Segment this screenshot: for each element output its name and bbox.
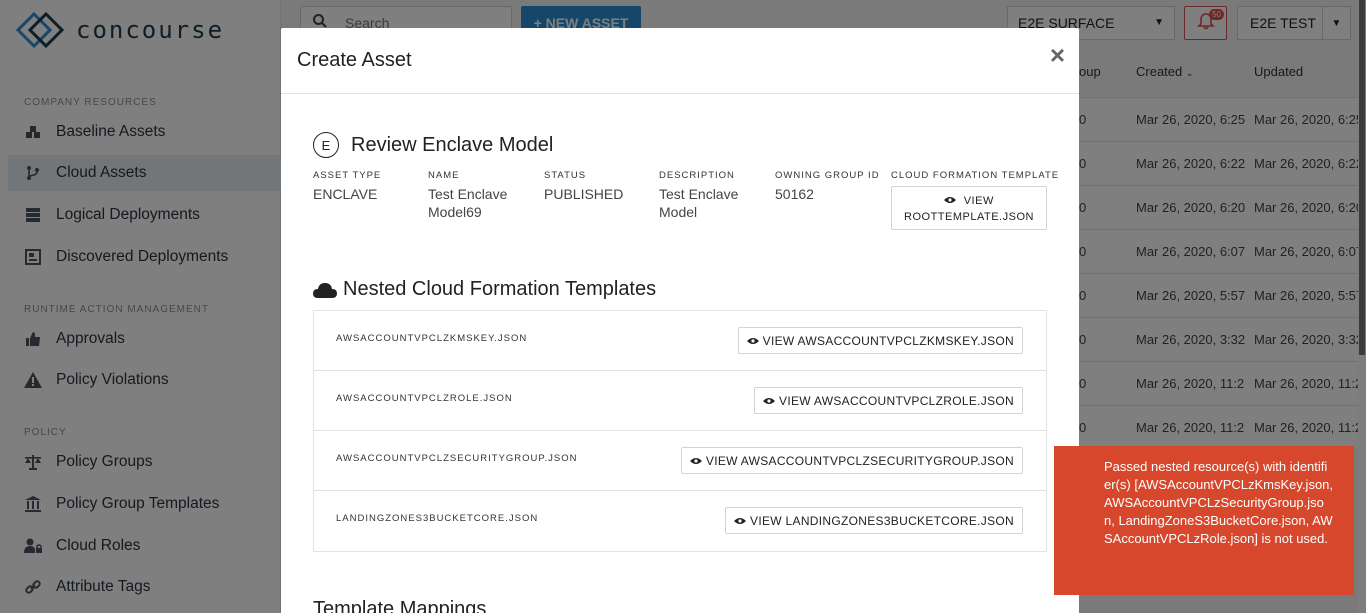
meta-value: PUBLISHED <box>544 186 624 202</box>
modal-title: Create Asset <box>297 49 412 71</box>
nested-template-row: AWSACCOUNTVPCLZSECURITYGROUP.JSON VIEW A… <box>314 431 1046 491</box>
eye-icon <box>763 397 776 404</box>
view-nested-template-button[interactable]: VIEW AWSACCOUNTVPCLZROLE.JSON <box>754 387 1023 414</box>
nested-template-row: AWSACCOUNTVPCLZKMSKEY.JSON VIEW AWSACCOU… <box>314 311 1046 371</box>
view-root-line1: VIEW <box>892 193 1046 209</box>
meta-label: OWNING GROUP ID <box>775 170 880 181</box>
view-button-label: VIEW LANDINGZONES3BUCKETCORE.JSON <box>750 513 1014 528</box>
close-icon[interactable]: × <box>1050 42 1065 68</box>
meta-asset-type: ASSET TYPE ENCLAVE <box>313 170 413 203</box>
modal-header: Create Asset <box>281 28 1079 94</box>
view-nested-template-button[interactable]: VIEW LANDINGZONES3BUCKETCORE.JSON <box>725 507 1023 534</box>
review-section-title: E Review Enclave Model <box>313 132 553 158</box>
nested-title-text: Nested Cloud Formation Templates <box>343 278 657 300</box>
meta-label: ASSET TYPE <box>313 170 382 181</box>
nested-template-filename: LANDINGZONES3BUCKETCORE.JSON <box>336 513 539 524</box>
view-root-line2: ROOTTEMPLATE.JSON <box>904 211 1034 223</box>
nested-template-filename: AWSACCOUNTVPCLZROLE.JSON <box>336 393 513 404</box>
enclave-badge-icon: E <box>313 132 339 158</box>
meta-cloud-formation-template: CLOUD FORMATION TEMPLATE <box>891 170 1061 181</box>
meta-value: Test Enclave Model69 <box>428 186 508 220</box>
error-toast[interactable]: Passed nested resource(s) with identifie… <box>1054 446 1354 595</box>
view-root-line1-text: VIEW <box>963 195 994 207</box>
meta-owning-group: OWNING GROUP ID 50162 <box>775 170 885 203</box>
nested-template-row: AWSACCOUNTVPCLZROLE.JSON VIEW AWSACCOUNT… <box>314 371 1046 431</box>
view-button-label: VIEW AWSACCOUNTVPCLZSECURITYGROUP.JSON <box>705 453 1014 468</box>
eye-icon <box>944 197 957 203</box>
nested-template-row: LANDINGZONES3BUCKETCORE.JSON VIEW LANDIN… <box>314 491 1046 551</box>
view-nested-template-button[interactable]: VIEW AWSACCOUNTVPCLZKMSKEY.JSON <box>737 327 1023 354</box>
view-root-template-button[interactable]: VIEW ROOTTEMPLATE.JSON <box>891 186 1047 230</box>
eye-icon <box>689 457 702 464</box>
view-nested-template-button[interactable]: VIEW AWSACCOUNTVPCLZSECURITYGROUP.JSON <box>680 447 1023 474</box>
meta-value: 50162 <box>775 186 814 202</box>
meta-label: STATUS <box>544 170 587 181</box>
meta-value: ENCLAVE <box>313 186 378 202</box>
create-asset-modal: Create Asset × E Review Enclave Model AS… <box>281 28 1079 613</box>
template-mappings-title: Template Mappings <box>313 598 487 613</box>
meta-name: NAME Test Enclave Model69 <box>428 170 528 221</box>
toast-message: Passed nested resource(s) with identifie… <box>1104 459 1334 546</box>
meta-label: CLOUD FORMATION TEMPLATE <box>891 170 1060 181</box>
meta-description: DESCRIPTION Test Enclave Model <box>659 170 759 221</box>
nested-template-filename: AWSACCOUNTVPCLZKMSKEY.JSON <box>336 333 528 344</box>
view-button-label: VIEW AWSACCOUNTVPCLZKMSKEY.JSON <box>762 333 1014 348</box>
nested-templates-table: AWSACCOUNTVPCLZKMSKEY.JSON VIEW AWSACCOU… <box>313 310 1047 552</box>
meta-value: Test Enclave Model <box>659 186 739 220</box>
eye-icon <box>746 337 759 344</box>
nested-section-title: Nested Cloud Formation Templates <box>313 278 656 301</box>
nested-template-filename: AWSACCOUNTVPCLZSECURITYGROUP.JSON <box>336 453 578 464</box>
meta-label: DESCRIPTION <box>659 170 735 181</box>
meta-status: STATUS PUBLISHED <box>544 170 644 203</box>
review-title-text: Review Enclave Model <box>351 133 554 156</box>
cloud-icon <box>313 282 337 298</box>
view-button-label: VIEW AWSACCOUNTVPCLZROLE.JSON <box>779 393 1014 408</box>
meta-label: NAME <box>428 170 460 181</box>
eye-icon <box>734 517 747 524</box>
